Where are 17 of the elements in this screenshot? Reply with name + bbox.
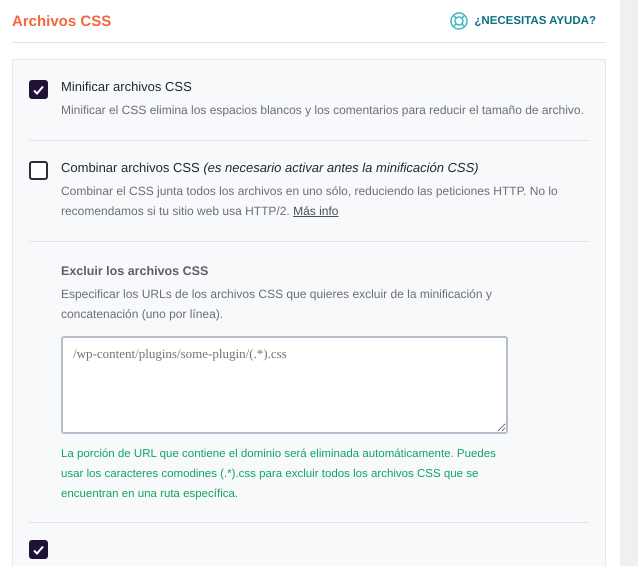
checkbox[interactable] (29, 540, 48, 559)
option-label: Minificar archivos CSS (61, 79, 193, 94)
option-label: Combinar archivos CSS (es necesario activar antes la minificación CSS) (61, 160, 480, 175)
option-description: Combinar el CSS junta todos los archivos en uno sólo, reduciendo las peticiones HTTP. No lo recomendamos si tu sitio web usa HTTP/2. Más info (61, 183, 559, 220)
checkbox[interactable] (29, 161, 48, 180)
help-link[interactable]: ¿NECESITAS AYUDA? (450, 12, 596, 30)
checkmark-icon (33, 84, 44, 94)
field-description: Especificar los URLs de los archivos CSS que quieres excluir de la minificación y concatenación (uno por línea). (61, 286, 493, 323)
checkmark-icon (33, 544, 44, 554)
checkbox[interactable] (29, 80, 48, 99)
section-title: Archivos CSS (12, 12, 112, 30)
more-info-link[interactable]: Más info (293, 204, 338, 218)
option-description: Minificar el CSS elimina los espacios blancos y los comentarios para reducir el tamaño de archivo. (61, 102, 584, 119)
exclude-textarea[interactable]: /wp-content/plugins/some-plugin/(.*).css (61, 336, 508, 434)
lifebuoy-icon (450, 12, 468, 30)
field-title: Excluir los archivos CSS (61, 264, 210, 278)
help-note: La porción de URL que contiene el dominio será eliminada automáticamente. Puedes usar los caracteres comodines (.*).css para excluir todos los archivos CSS que se encuentran en una ruta específica. (61, 447, 497, 502)
